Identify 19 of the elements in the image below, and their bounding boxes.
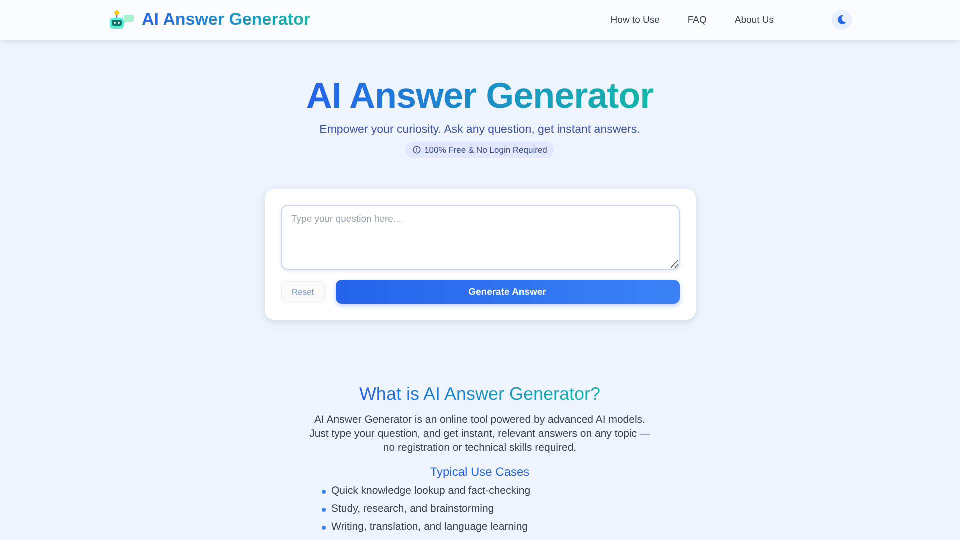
description: AI Answer Generator is an online tool powered by advanced AI models. Just type your question, and get instant, relevant answers on any topic — no registration or technical skills required. xyxy=(308,413,652,455)
info-circle-icon xyxy=(412,146,421,154)
nav-link[interactable]: How to Use xyxy=(610,14,660,26)
use-cases-heading: Typical Use Cases xyxy=(429,465,531,479)
generate-answer-button[interactable]: Generate Answer xyxy=(336,280,680,304)
nav-link[interactable]: About Us xyxy=(734,14,774,26)
bullet-icon xyxy=(322,508,326,512)
use-case-item: Quick knowledge lookup and fact-checking xyxy=(332,485,531,498)
use-case-item: Writing, translation, and language learning xyxy=(332,521,528,534)
badge-text: 100% Free & No Login Required xyxy=(424,145,548,155)
question-input-field[interactable]: Type your question here... xyxy=(280,205,680,270)
subtitle: Empower your curiosity. Ask any question, get instant answers. xyxy=(320,124,640,136)
nav-link[interactable]: FAQ xyxy=(688,14,707,26)
robot-logo-icon xyxy=(108,9,134,31)
moon-icon xyxy=(837,15,847,25)
bullet-icon xyxy=(322,490,326,494)
bullet-icon xyxy=(322,526,326,530)
use-case-item: Study, research, and brainstorming xyxy=(332,503,494,516)
theme-toggle-button[interactable] xyxy=(832,10,852,30)
